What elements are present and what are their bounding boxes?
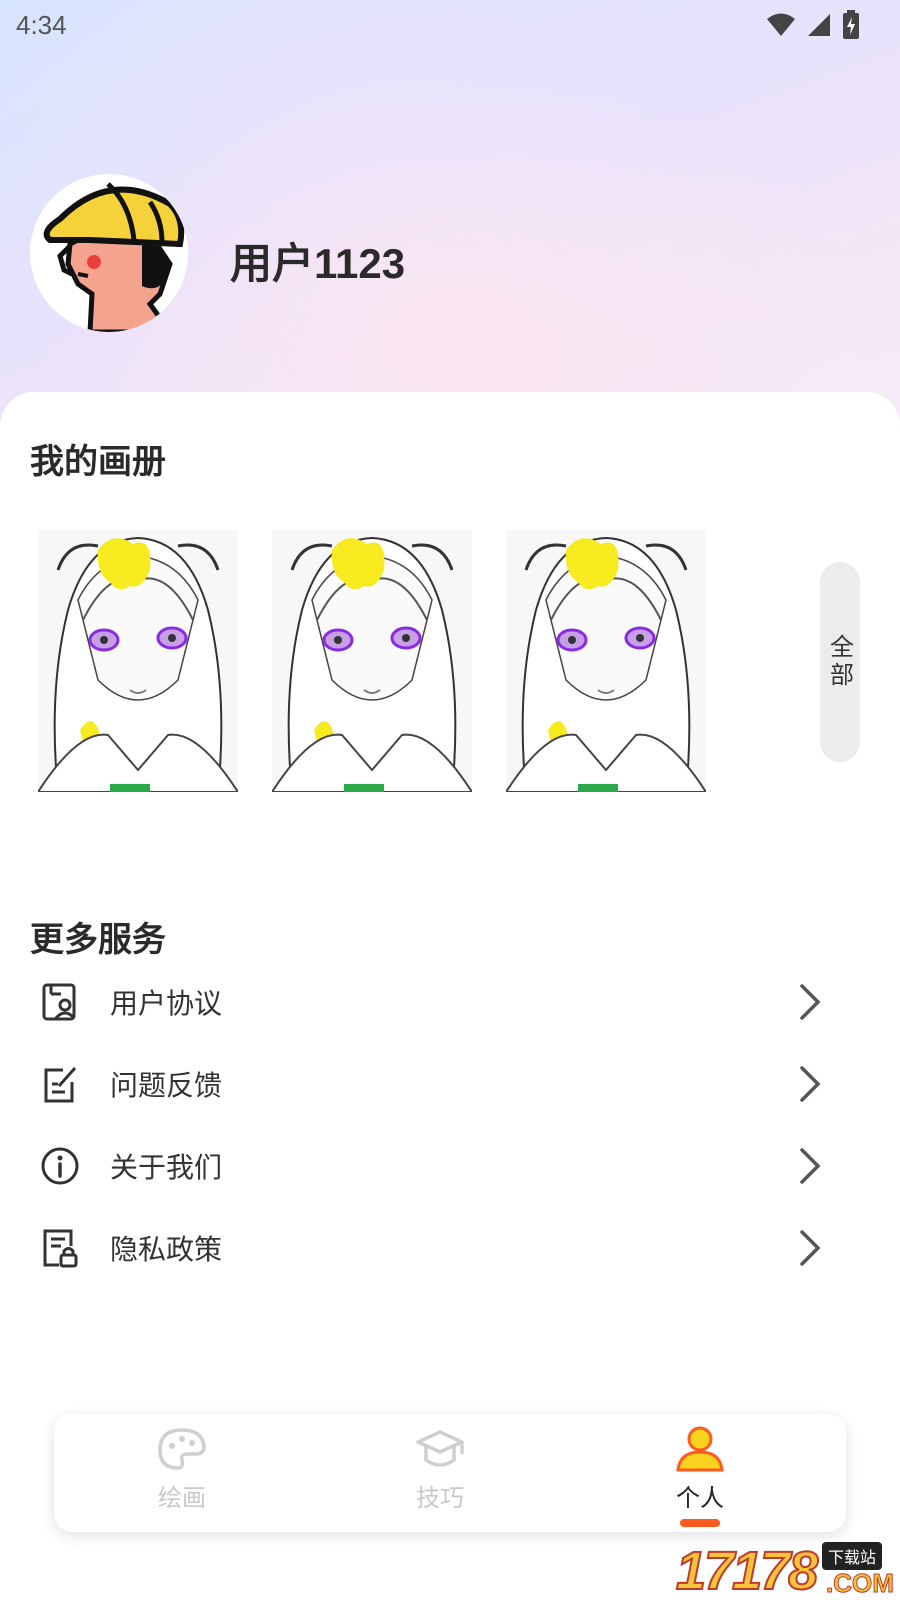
anime-girl-image (38, 530, 238, 792)
active-tab-indicator (680, 1519, 720, 1527)
avatar-helmet-person-icon (43, 182, 185, 332)
nav-item-profile[interactable]: 个人 (640, 1414, 760, 1532)
album-thumbnail[interactable] (38, 530, 238, 792)
services-title: 更多服务 (30, 920, 166, 960)
user-agreement-icon (40, 982, 80, 1022)
nav-label: 绘画 (158, 1484, 206, 1512)
username: 用户1123 (230, 240, 406, 287)
service-item-label: 关于我们 (110, 1151, 223, 1184)
nav-label: 技巧 (416, 1484, 464, 1512)
anime-girl-image (272, 530, 472, 792)
service-item-user-agreement[interactable]: 用户协议 (0, 960, 900, 1044)
album-view-all-button[interactable]: 全部 (820, 562, 860, 762)
wifi-icon (767, 13, 795, 36)
feedback-icon (40, 1064, 80, 1104)
nav-label: 个人 (676, 1484, 724, 1512)
bottom-nav: 绘画 技巧 个人 (54, 1414, 846, 1532)
service-item-privacy[interactable]: 隐私政策 (0, 1206, 900, 1290)
graduation-cap-icon (416, 1430, 464, 1467)
battery-icon (843, 10, 859, 39)
chevron-right-icon (800, 1066, 821, 1102)
nav-item-paint[interactable]: 绘画 (122, 1414, 242, 1532)
service-item-feedback[interactable]: 问题反馈 (0, 1042, 900, 1126)
privacy-policy-icon (40, 1228, 80, 1268)
watermark-suffix: .COM (826, 1568, 895, 1599)
signal-icon (808, 14, 830, 36)
album-title: 我的画册 (30, 442, 166, 482)
person-icon (676, 1426, 724, 1472)
chevron-right-icon (800, 1230, 821, 1266)
watermark-number: 17178 (675, 1540, 819, 1600)
nav-item-tips[interactable]: 技巧 (380, 1414, 500, 1532)
status-icons (766, 10, 860, 40)
album-thumbnail[interactable] (272, 530, 472, 792)
status-time: 4:34 (16, 10, 67, 40)
watermark-badge: 下载站 (822, 1542, 883, 1570)
avatar[interactable] (30, 174, 188, 332)
chevron-right-icon (800, 984, 821, 1020)
anime-girl-image (506, 530, 706, 792)
status-bar: 4:34 (0, 0, 900, 50)
watermark-logo: 17178 下载站 .COM (675, 1540, 900, 1600)
service-item-label: 问题反馈 (110, 1069, 223, 1102)
chevron-right-icon (800, 1148, 821, 1184)
service-item-label: 隐私政策 (110, 1233, 223, 1266)
service-item-label: 用户协议 (110, 987, 223, 1020)
album-thumbnail[interactable] (506, 530, 706, 792)
service-item-about[interactable]: 关于我们 (0, 1124, 900, 1208)
palette-icon (158, 1428, 206, 1470)
info-icon (40, 1146, 80, 1186)
